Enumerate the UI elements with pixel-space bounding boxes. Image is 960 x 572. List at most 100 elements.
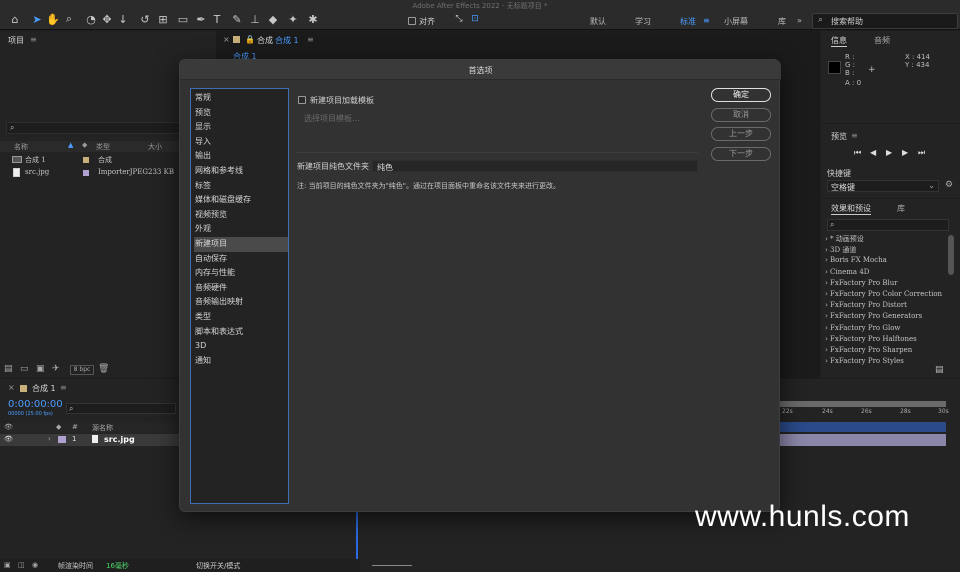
category-item[interactable]: 外观 bbox=[194, 222, 288, 237]
close-icon[interactable]: × bbox=[8, 383, 15, 392]
grid-icon[interactable]: ⊡ bbox=[468, 12, 482, 26]
new-folder-icon[interactable]: ▤ bbox=[935, 365, 944, 375]
layer-duration-bar[interactable] bbox=[780, 434, 946, 446]
layer-name[interactable]: src.jpg bbox=[104, 435, 135, 444]
snap-icon[interactable]: ⤡ bbox=[452, 12, 466, 26]
zoom-tool-icon[interactable]: ⌕ bbox=[62, 12, 76, 26]
workspace-standard[interactable]: 标准 bbox=[680, 16, 696, 27]
composition-icon[interactable]: ▣ bbox=[4, 561, 11, 569]
playhead-line[interactable] bbox=[356, 509, 358, 561]
timeline-search-input[interactable]: ⌕ bbox=[66, 403, 176, 414]
workspace-default[interactable]: 默认 bbox=[590, 16, 606, 27]
orbit-tool-icon[interactable]: ◔ bbox=[84, 12, 98, 26]
panel-menu-icon[interactable]: ≡ bbox=[851, 131, 858, 140]
next-button[interactable]: 下一步 bbox=[711, 147, 771, 161]
tab-library[interactable]: 库 bbox=[897, 203, 905, 214]
dolly-tool-icon[interactable]: ↓ bbox=[116, 12, 130, 26]
new-folder-icon[interactable]: ▭ bbox=[20, 364, 29, 374]
category-item[interactable]: 常规 bbox=[194, 91, 288, 106]
category-item[interactable]: 输出 bbox=[194, 149, 288, 164]
effects-category-item[interactable]: › FxFactory Pro Generators bbox=[825, 312, 922, 320]
transfer-controls-icon[interactable]: ◉ bbox=[32, 561, 38, 569]
timeline-tab[interactable]: 合成 1 bbox=[32, 383, 56, 394]
category-item[interactable]: 自动保存 bbox=[194, 252, 288, 267]
new-composition-icon[interactable]: ▣ bbox=[36, 364, 45, 374]
workspace-small-screen[interactable]: 小屏幕 bbox=[724, 16, 748, 27]
tab-info[interactable]: 信息 bbox=[831, 35, 847, 47]
close-icon[interactable]: × bbox=[223, 35, 230, 44]
next-frame-icon[interactable]: ▶ bbox=[902, 148, 908, 157]
workspace-menu-icon[interactable]: ≡ bbox=[703, 16, 710, 25]
interpret-footage-icon[interactable]: ▤ bbox=[4, 364, 13, 374]
play-icon[interactable]: ▶ bbox=[886, 148, 892, 157]
zoom-slider[interactable] bbox=[372, 565, 412, 566]
effects-category-item[interactable]: › FxFactory Pro Sharpen bbox=[825, 346, 912, 354]
category-item[interactable]: 内存与性能 bbox=[194, 266, 288, 281]
panel-menu-icon[interactable]: ≡ bbox=[307, 35, 314, 44]
comp-tab-prefix[interactable]: 合成 bbox=[257, 35, 273, 46]
category-item[interactable]: 标签 bbox=[194, 179, 288, 194]
panel-menu-icon[interactable]: ≡ bbox=[30, 35, 37, 44]
rectangle-tool-icon[interactable]: ▭ bbox=[176, 12, 190, 26]
effects-category-item[interactable]: › FxFactory Pro Styles bbox=[825, 357, 904, 365]
effects-search-input[interactable]: ⌕ bbox=[827, 219, 949, 231]
preview-title[interactable]: 预览 bbox=[831, 131, 847, 142]
brush-tool-icon[interactable]: ✎ bbox=[230, 12, 244, 26]
settings-icon[interactable]: ⚙ bbox=[945, 180, 953, 190]
render-queue-icon[interactable]: ✈ bbox=[52, 364, 60, 374]
category-item[interactable]: 3D bbox=[194, 339, 288, 354]
stamp-tool-icon[interactable]: ⊥ bbox=[248, 12, 262, 26]
category-item[interactable]: 网格和参考线 bbox=[194, 164, 288, 179]
tab-audio[interactable]: 音频 bbox=[874, 35, 890, 46]
effects-category-item[interactable]: › 3D 通道 bbox=[825, 245, 856, 255]
home-icon[interactable]: ⌂ bbox=[8, 12, 22, 26]
effects-category-item[interactable]: › Boris FX Mocha bbox=[825, 256, 887, 264]
pan-tool-icon[interactable]: ✥ bbox=[100, 12, 114, 26]
roto-tool-icon[interactable]: ✦ bbox=[286, 12, 300, 26]
project-panel-title[interactable]: 项目 bbox=[8, 35, 24, 46]
panel-menu-icon[interactable]: ≡ bbox=[60, 383, 67, 392]
align-checkbox[interactable] bbox=[408, 17, 416, 25]
ok-button[interactable]: 确定 bbox=[711, 88, 771, 102]
effects-category-item[interactable]: › * 动画预设 bbox=[825, 234, 864, 244]
category-item[interactable]: 类型 bbox=[194, 310, 288, 325]
label-tag-icon[interactable]: ◆ bbox=[56, 423, 61, 431]
layer-switches-icon[interactable]: ◫ bbox=[18, 561, 25, 569]
rotate-tool-icon[interactable]: ↺ bbox=[138, 12, 152, 26]
effects-category-item[interactable]: › FxFactory Pro Distort bbox=[825, 301, 907, 309]
av-features-icon[interactable]: 👁 bbox=[4, 423, 13, 431]
category-item[interactable]: 脚本和表达式 bbox=[194, 325, 288, 340]
category-item[interactable]: 新建项目 bbox=[194, 237, 288, 252]
effects-category-item[interactable]: › FxFactory Pro Glow bbox=[825, 324, 900, 332]
category-item[interactable]: 显示 bbox=[194, 120, 288, 135]
first-frame-icon[interactable]: ⏮ bbox=[854, 148, 861, 158]
category-item[interactable]: 视频预览 bbox=[194, 208, 288, 223]
solids-folder-input[interactable]: 纯色 bbox=[372, 160, 698, 172]
cancel-button[interactable]: 取消 bbox=[711, 108, 771, 122]
work-area-bar[interactable] bbox=[780, 401, 946, 407]
timecode[interactable]: 0:00:00:00 bbox=[8, 399, 63, 410]
shortcut-select[interactable]: 空格键 ⌄ bbox=[827, 180, 939, 192]
effects-category-item[interactable]: › FxFactory Pro Blur bbox=[825, 279, 898, 287]
category-item[interactable]: 音频硬件 bbox=[194, 281, 288, 296]
effects-category-item[interactable]: › FxFactory Pro Color Correction bbox=[825, 290, 942, 298]
anchor-tool-icon[interactable]: ⊞ bbox=[156, 12, 170, 26]
hand-tool-icon[interactable]: ✋ bbox=[46, 12, 60, 26]
previous-button[interactable]: 上一步 bbox=[711, 127, 771, 141]
toggle-switches-modes[interactable]: 切换开关/模式 bbox=[196, 561, 240, 571]
tab-effects-presets[interactable]: 效果和预设 bbox=[831, 203, 871, 215]
workspace-library[interactable]: 库 bbox=[778, 16, 786, 27]
select-template-button[interactable]: 选择项目模板... bbox=[300, 112, 390, 125]
trash-icon[interactable]: 🗑 bbox=[98, 364, 109, 374]
sort-ascending-icon[interactable]: ▲ bbox=[68, 141, 73, 149]
puppet-tool-icon[interactable]: ✱ bbox=[306, 12, 320, 26]
type-tool-icon[interactable]: T bbox=[210, 12, 224, 26]
pen-tool-icon[interactable]: ✒ bbox=[194, 12, 208, 26]
lock-icon[interactable]: 🔒 bbox=[245, 35, 255, 44]
col-size[interactable]: 大小 bbox=[148, 142, 162, 152]
expand-arrow-icon[interactable]: › bbox=[48, 435, 51, 443]
prev-frame-icon[interactable]: ◀ bbox=[870, 148, 876, 157]
category-item[interactable]: 通知 bbox=[194, 354, 288, 369]
category-item[interactable]: 媒体和磁盘缓存 bbox=[194, 193, 288, 208]
layer-row[interactable]: 👁 › 1 src.jpg bbox=[0, 434, 180, 446]
